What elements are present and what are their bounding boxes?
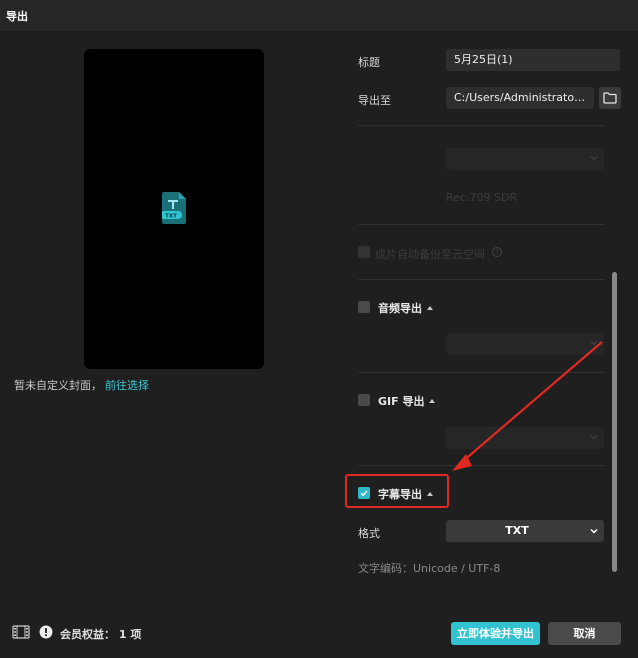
collapse-arrow-icon [427, 306, 433, 310]
title-label: 标题 [358, 56, 380, 69]
audio-format-select [446, 333, 604, 355]
try-and-export-button[interactable]: 立即体验并导出 [451, 622, 540, 645]
gif-export-toggle[interactable]: GIF 导出 [378, 393, 436, 409]
svg-text:TXT: TXT [165, 214, 177, 220]
cover-note: 暂未自定义封面， [14, 379, 102, 392]
scrollbar-thumb[interactable] [612, 272, 617, 572]
divider [358, 125, 604, 126]
chevron-down-icon [590, 435, 598, 440]
info-alert-icon [39, 625, 53, 639]
subtitle-format-select[interactable]: TXT [446, 520, 604, 542]
window-title: 导出 [6, 10, 28, 23]
subtitle-format-value: TXT [505, 524, 529, 537]
chevron-down-icon [590, 156, 598, 161]
cloud-backup-label: 成片自动备份至云空间 [375, 248, 485, 261]
cancel-button[interactable]: 取消 [548, 622, 621, 645]
cloud-backup-checkbox[interactable] [358, 246, 370, 258]
title-bar: 导出 [0, 0, 638, 32]
chevron-down-icon [590, 528, 598, 534]
chevron-down-icon [590, 341, 598, 346]
color-space-text: Rec.709 SDR [446, 191, 518, 204]
divider [358, 279, 604, 280]
txt-file-icon: TXT [162, 192, 186, 224]
divider [358, 224, 604, 225]
browse-folder-button[interactable] [599, 87, 621, 109]
divider [358, 372, 604, 373]
export-path-field[interactable]: C:/Users/Administrator... [446, 87, 594, 109]
collapse-arrow-icon [429, 399, 436, 403]
video-setting-select [446, 148, 604, 170]
choose-cover-link[interactable]: 前往选择 [105, 377, 149, 393]
audio-export-toggle[interactable]: 音频导出 [378, 300, 433, 316]
export-to-label: 导出至 [358, 94, 391, 107]
annotation-highlight-box [345, 474, 449, 508]
cover-preview: TXT [84, 49, 264, 369]
format-label: 格式 [358, 527, 380, 540]
gif-setting-select [446, 427, 604, 449]
divider [358, 465, 604, 466]
encoding-info: 文字编码：Unicode / UTF-8 [358, 562, 501, 575]
member-benefits-text: 会员权益： 1 项 [60, 628, 142, 641]
audio-export-checkbox[interactable] [358, 301, 370, 313]
film-icon[interactable] [12, 625, 30, 639]
gif-export-checkbox[interactable] [358, 394, 370, 406]
folder-icon [603, 92, 617, 104]
title-input[interactable] [446, 49, 620, 71]
help-icon[interactable]: ? [492, 247, 502, 257]
